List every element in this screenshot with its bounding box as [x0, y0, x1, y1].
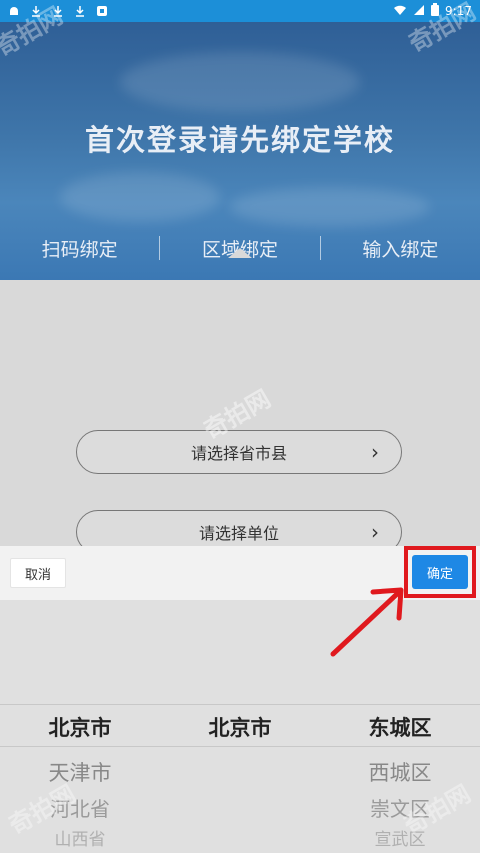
annotation-arrow-icon — [330, 587, 404, 657]
wifi-icon — [393, 4, 407, 19]
picker-item[interactable]: 北京市 — [160, 712, 320, 742]
page-title: 首次登录请先绑定学校 — [84, 123, 395, 157]
status-bar: 9:17 — [0, 0, 480, 22]
picker-item[interactable]: 东城区 — [320, 712, 480, 742]
picker-item[interactable]: 北京市 — [0, 712, 160, 742]
download-icon — [74, 5, 86, 17]
active-tab-indicator — [228, 248, 252, 258]
city-wheel[interactable]: 北京市 — [160, 704, 320, 853]
confirm-button[interactable]: 确定 — [412, 555, 468, 589]
region-selector[interactable]: 请选择省市县 › — [76, 430, 402, 474]
tab-input-bind[interactable]: 输入绑定 — [321, 235, 480, 262]
picker-item[interactable]: 天津市 — [0, 757, 160, 787]
chevron-right-icon: › — [371, 440, 379, 464]
unit-selector-label: 请选择单位 — [198, 524, 279, 543]
region-selector-label: 请选择省市县 — [190, 444, 287, 463]
tab-scan-bind[interactable]: 扫码绑定 — [0, 235, 159, 262]
picker-item[interactable]: 宣武区 — [320, 825, 480, 850]
hero-header: 首次登录请先绑定学校 扫码绑定 区域绑定 输入绑定 — [0, 22, 480, 280]
notification-icon — [96, 5, 108, 17]
chevron-right-icon: › — [371, 520, 379, 544]
cancel-button[interactable]: 取消 — [10, 558, 66, 588]
